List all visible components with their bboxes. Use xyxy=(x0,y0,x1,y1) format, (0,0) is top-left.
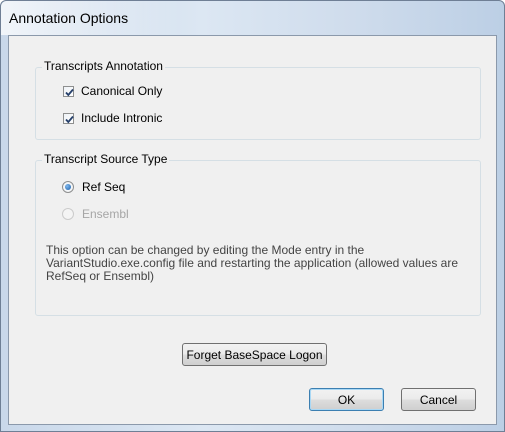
transcript-source-type-label: Transcript Source Type xyxy=(42,152,170,166)
ensembl-radio xyxy=(62,208,74,220)
refseq-radio[interactable] xyxy=(62,181,74,193)
checkmark-icon xyxy=(65,115,74,123)
canonical-only-checkbox[interactable] xyxy=(63,85,74,97)
canonical-only-checkbox-row[interactable]: Canonical Only xyxy=(63,84,162,98)
refseq-radio-row[interactable]: Ref Seq xyxy=(62,180,125,194)
source-type-note: This option can be changed by editing th… xyxy=(46,243,459,283)
include-intronic-checkbox-row[interactable]: Include Intronic xyxy=(63,111,162,125)
cancel-button[interactable]: Cancel xyxy=(401,388,476,411)
checkmark-icon xyxy=(65,88,74,96)
window-title: Annotation Options xyxy=(9,10,129,26)
transcripts-annotation-group: Transcripts Annotation Canonical Only In… xyxy=(35,59,481,140)
include-intronic-checkbox[interactable] xyxy=(63,112,74,124)
radio-selected-dot xyxy=(65,184,71,190)
ensembl-label: Ensembl xyxy=(82,207,129,221)
include-intronic-label: Include Intronic xyxy=(81,111,163,125)
title-bar[interactable]: Annotation Options xyxy=(1,1,504,35)
refseq-label: Ref Seq xyxy=(82,180,126,194)
canonical-only-label: Canonical Only xyxy=(81,84,163,98)
ok-button[interactable]: OK xyxy=(309,388,384,411)
transcripts-annotation-label: Transcripts Annotation xyxy=(42,59,165,73)
dialog-body: Transcripts Annotation Canonical Only In… xyxy=(8,35,497,425)
forget-basespace-logon-button[interactable]: Forget BaseSpace Logon xyxy=(182,343,327,366)
ensembl-radio-row: Ensembl xyxy=(62,207,129,221)
annotation-options-window: Annotation Options Transcripts Annotatio… xyxy=(0,0,505,432)
transcript-source-type-group: Transcript Source Type Ref Seq Ensembl T… xyxy=(35,152,481,316)
